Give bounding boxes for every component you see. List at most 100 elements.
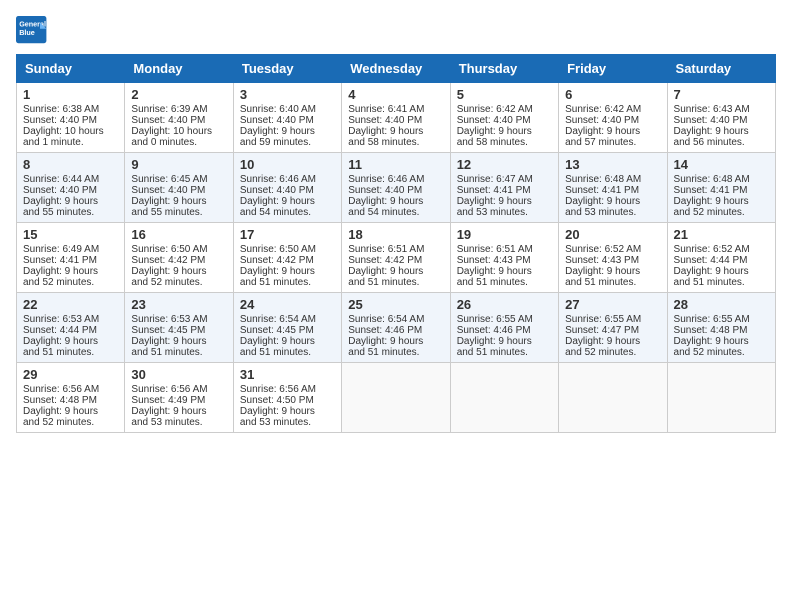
day-info-line: Sunset: 4:41 PM	[674, 185, 769, 196]
day-info-line: Sunset: 4:44 PM	[23, 325, 118, 336]
day-info-line: and 53 minutes.	[131, 417, 226, 428]
day-info-line: Sunrise: 6:48 AM	[674, 174, 769, 185]
calendar-cell: 21Sunrise: 6:52 AMSunset: 4:44 PMDayligh…	[667, 223, 775, 293]
day-info-line: Daylight: 9 hours	[131, 336, 226, 347]
day-number: 15	[23, 227, 118, 242]
column-header-friday: Friday	[559, 55, 667, 83]
day-info-line: Sunset: 4:49 PM	[131, 395, 226, 406]
day-info-line: Daylight: 9 hours	[23, 196, 118, 207]
column-header-monday: Monday	[125, 55, 233, 83]
day-info-line: Sunrise: 6:51 AM	[348, 244, 443, 255]
day-info-line: Sunset: 4:42 PM	[131, 255, 226, 266]
day-info-line: Sunset: 4:45 PM	[131, 325, 226, 336]
day-info-line: Daylight: 9 hours	[348, 266, 443, 277]
header: General Blue	[16, 16, 776, 44]
day-info-line: Daylight: 9 hours	[457, 336, 552, 347]
day-info-line: and 51 minutes.	[348, 277, 443, 288]
day-number: 24	[240, 297, 335, 312]
day-info-line: and 53 minutes.	[457, 207, 552, 218]
day-number: 29	[23, 367, 118, 382]
day-info-line: Sunset: 4:41 PM	[457, 185, 552, 196]
day-info-line: and 51 minutes.	[240, 347, 335, 358]
day-info-line: and 54 minutes.	[240, 207, 335, 218]
day-info-line: and 54 minutes.	[348, 207, 443, 218]
day-info-line: Daylight: 9 hours	[23, 266, 118, 277]
day-info-line: Daylight: 9 hours	[131, 196, 226, 207]
day-info-line: Sunrise: 6:42 AM	[457, 104, 552, 115]
day-number: 8	[23, 157, 118, 172]
day-info-line: Sunrise: 6:46 AM	[348, 174, 443, 185]
day-info-line: Sunrise: 6:56 AM	[131, 384, 226, 395]
day-number: 16	[131, 227, 226, 242]
day-number: 9	[131, 157, 226, 172]
day-info-line: Sunset: 4:40 PM	[348, 185, 443, 196]
day-info-line: Sunrise: 6:50 AM	[240, 244, 335, 255]
calendar-cell: 25Sunrise: 6:54 AMSunset: 4:46 PMDayligh…	[342, 293, 450, 363]
day-info-line: Daylight: 9 hours	[131, 266, 226, 277]
day-info-line: Sunset: 4:41 PM	[565, 185, 660, 196]
day-info-line: Sunrise: 6:51 AM	[457, 244, 552, 255]
day-number: 5	[457, 87, 552, 102]
logo: General Blue	[16, 16, 48, 44]
day-number: 13	[565, 157, 660, 172]
day-info-line: Daylight: 9 hours	[348, 126, 443, 137]
day-info-line: Sunset: 4:45 PM	[240, 325, 335, 336]
day-info-line: Daylight: 9 hours	[674, 266, 769, 277]
day-info-line: Sunrise: 6:45 AM	[131, 174, 226, 185]
svg-text:Blue: Blue	[19, 28, 35, 37]
day-number: 19	[457, 227, 552, 242]
day-number: 2	[131, 87, 226, 102]
calendar-cell: 16Sunrise: 6:50 AMSunset: 4:42 PMDayligh…	[125, 223, 233, 293]
day-number: 25	[348, 297, 443, 312]
day-number: 21	[674, 227, 769, 242]
day-number: 31	[240, 367, 335, 382]
calendar-cell: 10Sunrise: 6:46 AMSunset: 4:40 PMDayligh…	[233, 153, 341, 223]
calendar-cell: 19 Sunrise: 6:51 AMSunset: 4:43 PMDayligh…	[450, 223, 558, 293]
calendar-cell: 18Sunrise: 6:51 AMSunset: 4:42 PMDayligh…	[342, 223, 450, 293]
day-info-line: and 51 minutes.	[131, 347, 226, 358]
column-header-sunday: Sunday	[17, 55, 125, 83]
day-info-line: Daylight: 9 hours	[457, 266, 552, 277]
day-info-line: Sunset: 4:40 PM	[565, 115, 660, 126]
calendar-cell: 23Sunrise: 6:53 AMSunset: 4:45 PMDayligh…	[125, 293, 233, 363]
day-info-line: and 55 minutes.	[131, 207, 226, 218]
day-number: 12	[457, 157, 552, 172]
calendar-cell	[342, 363, 450, 433]
day-info-line: Sunrise: 6:56 AM	[240, 384, 335, 395]
day-info-line: Sunset: 4:48 PM	[674, 325, 769, 336]
day-info-line: Daylight: 10 hours	[131, 126, 226, 137]
day-info-line: Sunset: 4:43 PM	[565, 255, 660, 266]
day-info-line: and 58 minutes.	[348, 137, 443, 148]
day-info-line: Sunset: 4:42 PM	[240, 255, 335, 266]
day-info-line: Daylight: 9 hours	[23, 336, 118, 347]
day-info-line: and 51 minutes.	[457, 277, 552, 288]
day-info-line: Sunrise: 6:55 AM	[674, 314, 769, 325]
day-number: 1	[23, 87, 118, 102]
day-info-line: Sunset: 4:40 PM	[131, 115, 226, 126]
calendar-cell: 14Sunrise: 6:48 AMSunset: 4:41 PMDayligh…	[667, 153, 775, 223]
day-info-line: Sunset: 4:40 PM	[240, 115, 335, 126]
day-info-line: Sunset: 4:40 PM	[240, 185, 335, 196]
day-info-line: Daylight: 9 hours	[240, 196, 335, 207]
calendar-cell	[667, 363, 775, 433]
day-info-line: Daylight: 9 hours	[240, 126, 335, 137]
calendar-cell: 5Sunrise: 6:42 AMSunset: 4:40 PMDaylight…	[450, 83, 558, 153]
calendar-cell: 1Sunrise: 6:38 AMSunset: 4:40 PMDaylight…	[17, 83, 125, 153]
day-info-line: Daylight: 9 hours	[565, 336, 660, 347]
day-info-line: Sunset: 4:43 PM	[457, 255, 552, 266]
calendar-cell	[559, 363, 667, 433]
calendar-cell: 7Sunrise: 6:43 AMSunset: 4:40 PMDaylight…	[667, 83, 775, 153]
day-number: 3	[240, 87, 335, 102]
day-info-line: Sunrise: 6:44 AM	[23, 174, 118, 185]
day-info-line: Sunrise: 6:39 AM	[131, 104, 226, 115]
day-info-line: and 52 minutes.	[674, 207, 769, 218]
calendar-cell: 9Sunrise: 6:45 AMSunset: 4:40 PMDaylight…	[125, 153, 233, 223]
day-info-line: Daylight: 9 hours	[674, 126, 769, 137]
day-info-line: Sunrise: 6:56 AM	[23, 384, 118, 395]
day-info-line: Sunset: 4:40 PM	[457, 115, 552, 126]
day-number: 28	[674, 297, 769, 312]
day-info-line: and 52 minutes.	[565, 347, 660, 358]
day-info-line: Daylight: 9 hours	[674, 196, 769, 207]
day-info-line: and 51 minutes.	[240, 277, 335, 288]
day-info-line: and 51 minutes.	[457, 347, 552, 358]
